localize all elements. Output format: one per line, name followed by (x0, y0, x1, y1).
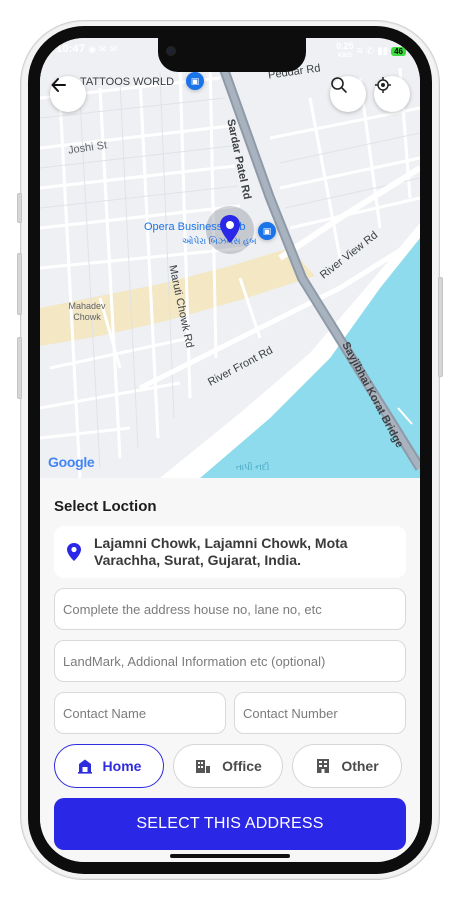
address-type-home-label: Home (102, 758, 142, 774)
place-marker-tattoos[interactable]: ▣ (186, 72, 204, 90)
selected-address-card[interactable]: Lajamni Chowk, Lajamni Chowk, Mota Varac… (54, 526, 406, 578)
sheet-title: Select Loction (54, 498, 157, 515)
selected-address-text: Lajamni Chowk, Lajamni Chowk, Mota Varac… (94, 535, 348, 568)
notification-icons: ◉ ✉ ✉ (88, 44, 118, 54)
battery-icon: 46 (391, 46, 406, 56)
office-icon (196, 760, 211, 773)
status-indicators: 0.25 KB/S ≈ ✆ ▮▮ 46 (336, 42, 406, 60)
phone-notch (158, 38, 306, 72)
map-view[interactable]: TATTOOS WORLD ▣ Peddar Rd Joshi St Sarda… (40, 38, 420, 478)
shopping-bag-icon: ▣ (190, 75, 200, 86)
arrow-left-icon (51, 78, 66, 92)
address-sheet: Select Loction Lajamni Chowk, Lajamni Ch… (40, 478, 420, 862)
signal-icon: ▮▮ (377, 45, 389, 57)
location-pin-icon (220, 215, 240, 243)
back-button[interactable] (50, 76, 86, 112)
address-type-other-label: Other (341, 758, 379, 774)
building-icon (317, 759, 330, 773)
address-input[interactable] (54, 588, 406, 630)
status-time: 10:47 ◉ ✉ ✉ (56, 43, 118, 55)
google-logo: Google (48, 454, 95, 470)
app-screen: TATTOOS WORLD ▣ Peddar Rd Joshi St Sarda… (40, 38, 420, 862)
gps-target-icon (375, 77, 391, 93)
shopping-bag-icon: ▣ (262, 225, 272, 236)
location-pin-icon (67, 543, 81, 561)
select-address-button[interactable]: SELECT THIS ADDRESS (54, 798, 406, 850)
current-location-button[interactable] (374, 76, 410, 112)
map-canvas (40, 56, 420, 478)
map-label-tattoos: TATTOOS WORLD (80, 76, 175, 88)
network-speed: 0.25 KB/S (336, 41, 354, 60)
home-indicator (170, 854, 290, 858)
call-icon: ✆ (365, 45, 375, 57)
address-type-office-button[interactable]: Office (173, 744, 283, 788)
map-label-mahadev: Mahadev Chowk (68, 301, 106, 322)
map-label-tapi: તાપી નદી (236, 462, 270, 472)
place-marker-opera[interactable]: ▣ (258, 222, 276, 240)
address-type-office-label: Office (222, 758, 262, 774)
search-icon (331, 77, 347, 93)
volume-up-button (17, 253, 22, 315)
selected-location-pin[interactable] (218, 214, 242, 244)
contact-number-input[interactable] (234, 692, 406, 734)
search-button[interactable] (330, 76, 366, 112)
front-camera (166, 46, 176, 56)
volume-down-button (17, 337, 22, 399)
wifi-icon: ≈ (356, 45, 363, 57)
power-button (438, 277, 443, 377)
silent-switch (17, 193, 22, 223)
address-type-home-button[interactable]: Home (54, 744, 164, 788)
landmark-input[interactable] (54, 640, 406, 682)
address-type-other-button[interactable]: Other (292, 744, 402, 788)
home-icon (77, 759, 92, 774)
contact-name-input[interactable] (54, 692, 226, 734)
